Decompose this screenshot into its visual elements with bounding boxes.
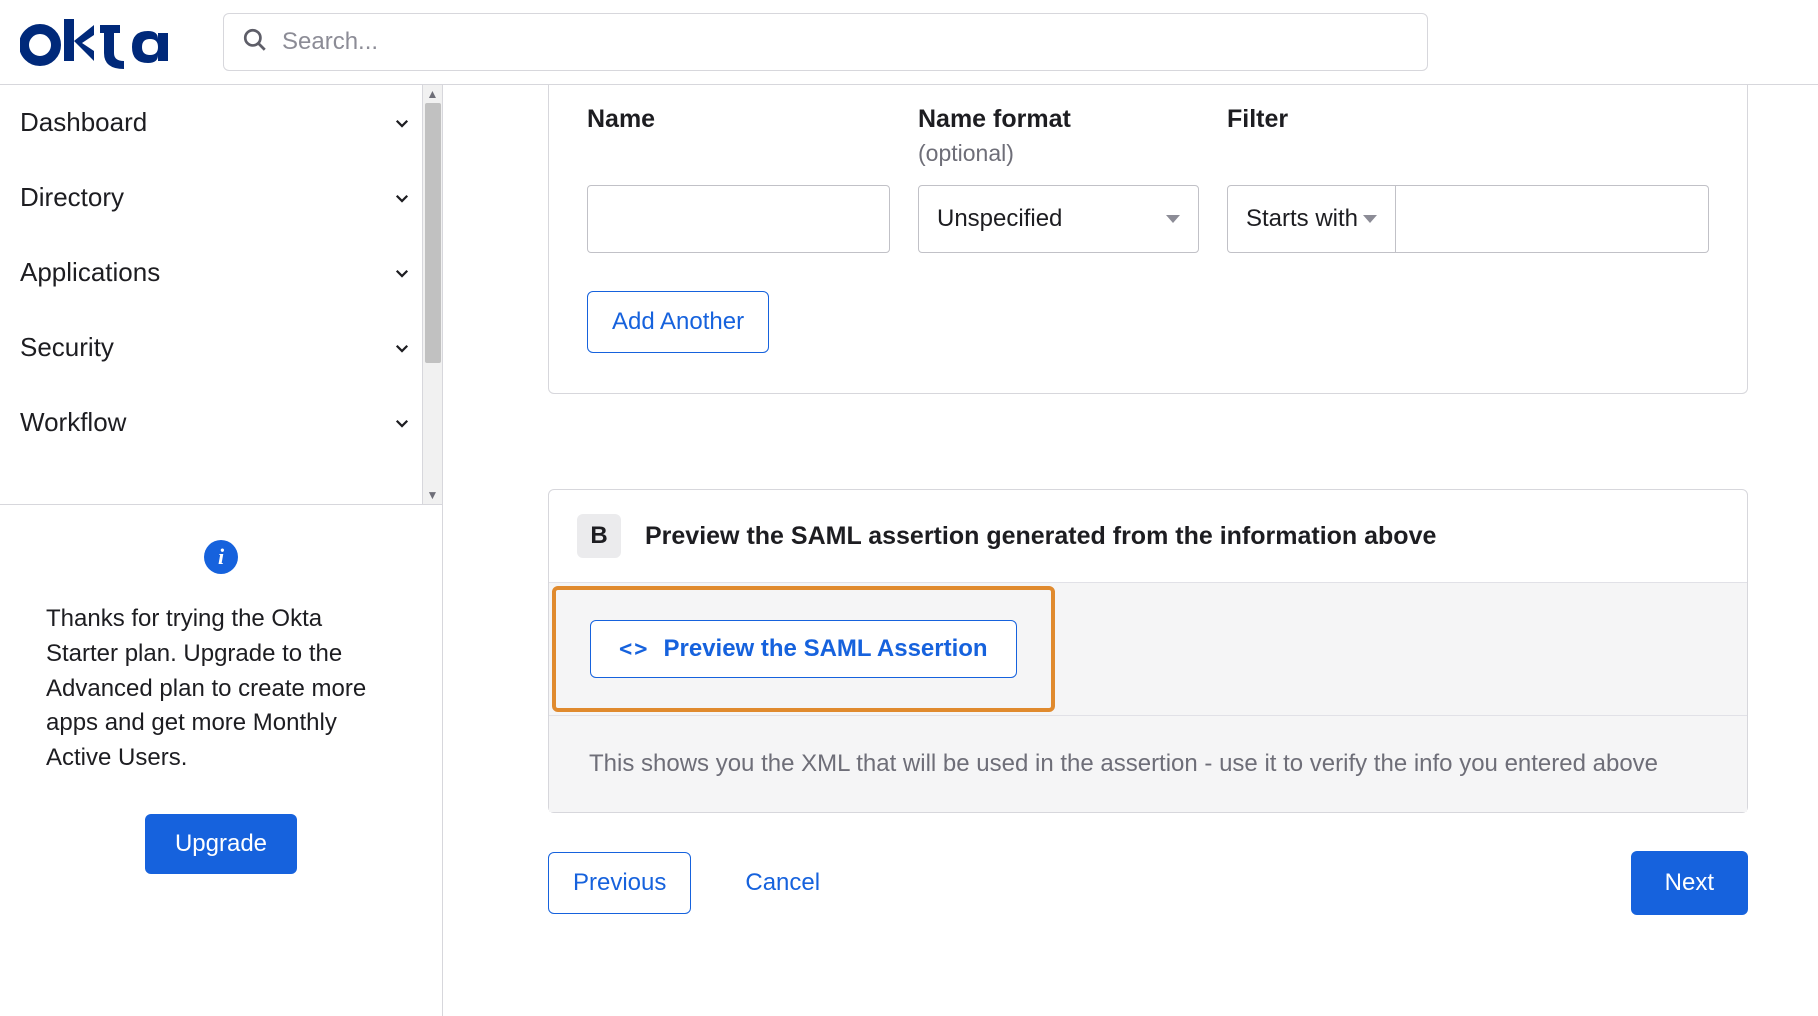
search-container (223, 13, 1428, 71)
scrollbar[interactable]: ▲ ▼ (422, 85, 442, 504)
info-icon: i (204, 540, 238, 574)
column-name-label: Name (587, 105, 890, 134)
cancel-button[interactable]: Cancel (721, 853, 844, 913)
preview-card: B Preview the SAML assertion generated f… (548, 489, 1748, 813)
sidebar-item-directory[interactable]: Directory (0, 160, 442, 235)
attribute-card: Name Name format (optional) Unspecified (548, 85, 1748, 394)
name-input[interactable] (587, 185, 890, 253)
step-badge: B (577, 514, 621, 558)
search-box[interactable] (223, 13, 1428, 71)
preview-title: Preview the SAML assertion generated fro… (645, 522, 1436, 551)
column-format-label: Name format (918, 105, 1199, 134)
code-icon: <> (619, 637, 650, 662)
filter-mode-value: Starts with (1246, 205, 1358, 233)
chevron-down-icon (392, 188, 412, 208)
sidebar-item-label: Workflow (20, 407, 126, 438)
preview-saml-button[interactable]: <> Preview the SAML Assertion (590, 620, 1017, 678)
nav-scroll: Dashboard Directory Applications Securit… (0, 85, 442, 505)
caret-down-icon (1166, 215, 1180, 223)
search-icon (242, 27, 268, 58)
scroll-down-icon[interactable]: ▼ (423, 486, 442, 504)
sidebar-item-security[interactable]: Security (0, 310, 442, 385)
scrollbar-thumb[interactable] (425, 103, 441, 363)
column-format-hint: (optional) (918, 140, 1199, 167)
sidebar-item-workflow[interactable]: Workflow (0, 385, 442, 460)
name-format-select[interactable]: Unspecified (918, 185, 1199, 253)
next-button[interactable]: Next (1631, 851, 1748, 915)
header (0, 0, 1818, 85)
scroll-up-icon[interactable]: ▲ (423, 85, 442, 103)
sidebar-item-label: Directory (20, 182, 124, 213)
search-input[interactable] (282, 28, 1409, 56)
chevron-down-icon (392, 113, 412, 133)
okta-logo (20, 15, 168, 69)
chevron-down-icon (392, 413, 412, 433)
filter-value-input[interactable] (1396, 185, 1709, 253)
sidebar-item-label: Security (20, 332, 114, 363)
upgrade-text: Thanks for trying the Okta Starter plan.… (46, 602, 396, 776)
sidebar-item-label: Dashboard (20, 107, 147, 138)
chevron-down-icon (392, 263, 412, 283)
sidebar-item-applications[interactable]: Applications (0, 235, 442, 310)
column-filter-label: Filter (1227, 105, 1709, 134)
chevron-down-icon (392, 338, 412, 358)
preview-button-label: Preview the SAML Assertion (664, 635, 988, 663)
highlight-box: <> Preview the SAML Assertion (552, 586, 1055, 712)
preview-hint: This shows you the XML that will be used… (549, 715, 1747, 812)
sidebar-item-dashboard[interactable]: Dashboard (0, 85, 442, 160)
sidebar-item-label: Applications (20, 257, 160, 288)
name-format-value: Unspecified (937, 205, 1062, 233)
caret-down-icon (1363, 215, 1377, 223)
filter-mode-select[interactable]: Starts with (1227, 185, 1396, 253)
main-content: Name Name format (optional) Unspecified (443, 85, 1818, 1016)
sidebar: Dashboard Directory Applications Securit… (0, 85, 443, 1016)
previous-button[interactable]: Previous (548, 852, 691, 914)
upgrade-button[interactable]: Upgrade (145, 814, 297, 874)
upgrade-panel: i Thanks for trying the Okta Starter pla… (0, 505, 442, 909)
footer-buttons: Previous Cancel Next (548, 851, 1748, 915)
add-another-button[interactable]: Add Another (587, 291, 769, 353)
